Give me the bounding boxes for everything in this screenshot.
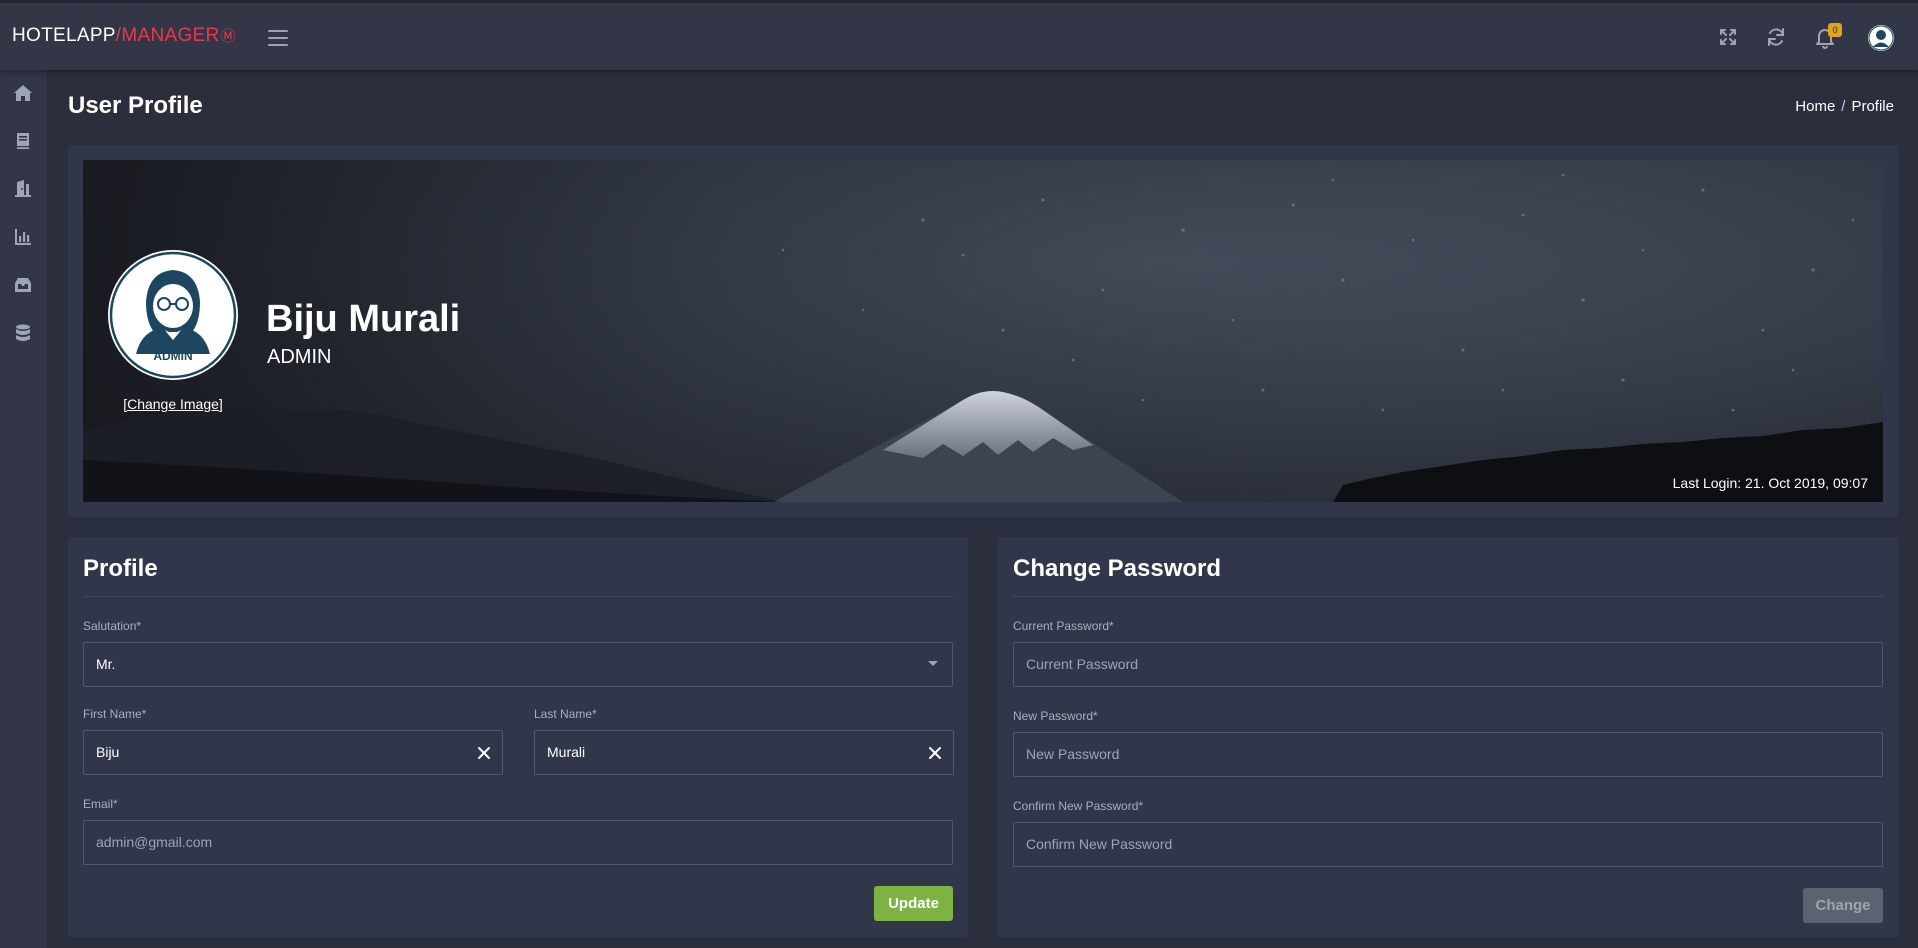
last-login-text: Last Login: 21. Oct 2019, 09:07: [1672, 475, 1868, 491]
current-password-field[interactable]: Current Password: [1013, 642, 1883, 687]
last-name-label: Last Name*: [534, 707, 597, 721]
confirm-password-field[interactable]: Confirm New Password: [1013, 822, 1883, 867]
notification-badge: 0: [1828, 23, 1842, 37]
new-password-label: New Password*: [1013, 709, 1098, 723]
profile-card-title: Profile: [83, 555, 158, 582]
menu-icon[interactable]: [268, 30, 288, 46]
first-name-field[interactable]: Biju: [83, 730, 503, 775]
last-name-field[interactable]: Murali: [534, 730, 954, 775]
refresh-icon[interactable]: [1764, 25, 1788, 49]
breadcrumb-current: Profile: [1851, 98, 1894, 115]
salutation-value: Mr.: [96, 656, 116, 672]
profile-role: ADMIN: [267, 346, 332, 368]
app-logo[interactable]: HOTELAPP/MANAGERⓂ: [12, 25, 236, 47]
sidebar: [0, 70, 47, 948]
bar-chart-icon[interactable]: [12, 226, 34, 248]
chevron-down-icon: [928, 661, 938, 666]
last-name-value: Murali: [547, 744, 586, 760]
profile-card: Profile Salutation* Mr. First Name* Biju…: [68, 537, 968, 937]
change-button[interactable]: Change: [1803, 888, 1883, 923]
update-button[interactable]: Update: [874, 886, 953, 921]
page-title: User Profile: [68, 92, 203, 119]
avatar-admin-label: ADMIN: [153, 349, 193, 363]
home-icon[interactable]: [12, 82, 34, 104]
confirm-password-label: Confirm New Password*: [1013, 799, 1144, 813]
change-image-link[interactable]: [Change Image]: [122, 396, 224, 412]
first-name-value: Biju: [96, 744, 120, 760]
user-avatar-icon[interactable]: [1868, 25, 1894, 51]
database-icon[interactable]: [12, 322, 34, 344]
change-password-title: Change Password: [1013, 555, 1222, 582]
current-password-label: Current Password*: [1013, 619, 1114, 633]
change-password-divider: [1013, 596, 1883, 597]
inbox-icon[interactable]: [12, 274, 34, 296]
salutation-label: Salutation*: [83, 619, 142, 633]
clear-first-name-icon[interactable]: [475, 744, 493, 762]
logo-text-manager: /MANAGER: [115, 25, 220, 46]
email-label: Email*: [83, 797, 118, 811]
logo-text-hotelapp: HOTELAPP: [12, 25, 116, 46]
breadcrumb-home-link[interactable]: Home: [1795, 98, 1835, 115]
salutation-select[interactable]: Mr.: [83, 642, 953, 687]
profile-card-divider: [83, 596, 953, 597]
profile-avatar[interactable]: ADMIN: [108, 250, 238, 380]
new-password-field[interactable]: New Password: [1013, 732, 1883, 777]
fullscreen-icon[interactable]: [1716, 25, 1740, 49]
book-icon[interactable]: [12, 130, 34, 152]
top-navbar: HOTELAPP/MANAGERⓂ 0: [0, 0, 1918, 70]
change-password-card: Change Password Current Password* Curren…: [998, 537, 1898, 937]
email-field[interactable]: admin@gmail.com: [83, 820, 953, 865]
profile-banner: ADMIN [Change Image] Biju Murali ADMIN L…: [83, 160, 1883, 502]
logo-mark-icon: Ⓜ: [220, 28, 236, 45]
first-name-label: First Name*: [83, 707, 147, 721]
door-icon[interactable]: [12, 178, 34, 200]
breadcrumb: Home / Profile: [1795, 98, 1894, 115]
breadcrumb-separator: /: [1841, 98, 1846, 115]
clear-last-name-icon[interactable]: [926, 744, 944, 762]
profile-banner-card: ADMIN [Change Image] Biju Murali ADMIN L…: [68, 145, 1898, 517]
profile-name: Biju Murali: [266, 298, 461, 340]
